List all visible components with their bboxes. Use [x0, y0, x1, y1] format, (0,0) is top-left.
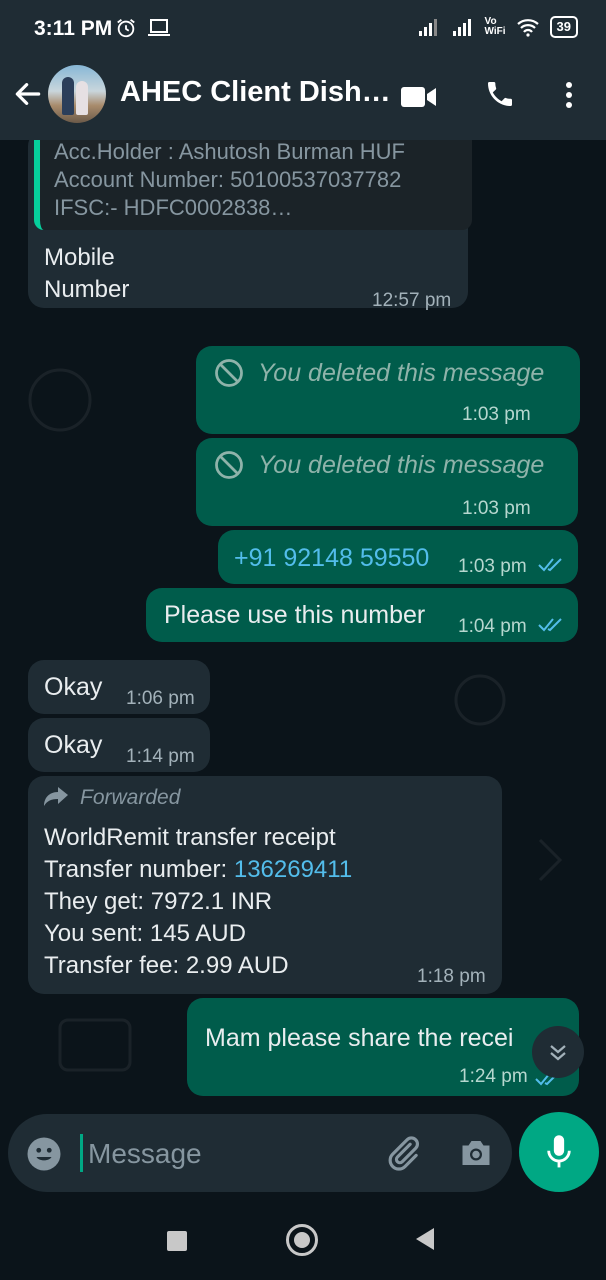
message-bubble-incoming[interactable]: Acc.Holder : Ashutosh Burman HUF Account… [28, 140, 472, 311]
more-options-icon[interactable] [559, 80, 579, 110]
voice-record-button[interactable] [519, 1112, 599, 1192]
message-bubble-outgoing[interactable]: You deleted this message 1:03 pm [196, 438, 578, 526]
alarm-icon [117, 19, 135, 38]
message-bubble-outgoing[interactable]: Mam please share the recei 1:24 pm [187, 998, 579, 1096]
message-text: You sent: 145 AUD [44, 920, 246, 947]
message-time: 1:24 pm [459, 1066, 528, 1087]
forwarded-label: Forwarded [80, 786, 181, 809]
message-text: They get: 7972.1 INR [44, 888, 273, 915]
message-text: WorldRemit transfer receipt [44, 824, 336, 851]
contact-avatar[interactable] [48, 65, 106, 123]
message-text: Number [44, 276, 130, 303]
back-button[interactable] [416, 1228, 434, 1250]
deleted-message-text: You deleted this message [258, 450, 545, 479]
phone-number-link[interactable]: +91 92148 59550 [234, 542, 429, 574]
message-text: Okay [44, 673, 103, 701]
deleted-message-text: You deleted this message [258, 358, 545, 387]
message-bubble-outgoing[interactable]: +91 92148 59550 1:03 pm [218, 530, 578, 584]
message-time: 1:06 pm [126, 688, 195, 709]
message-bubble-incoming[interactable]: Okay 1:14 pm [28, 718, 210, 772]
vowifi-label: Vo WiFi [484, 16, 506, 37]
message-time: 1:18 pm [417, 966, 486, 987]
deleted-icon [215, 359, 243, 387]
text-caret [80, 1134, 83, 1172]
attachment-icon[interactable] [384, 1134, 422, 1172]
message-bubble-outgoing[interactable]: Please use this number 1:04 pm [146, 588, 578, 642]
video-call-icon[interactable] [400, 82, 438, 112]
message-time: 1:04 pm [458, 616, 527, 637]
quote-line: IFSC:- HDFC0002838… [54, 195, 293, 220]
camera-icon[interactable] [458, 1136, 494, 1170]
status-bar: 3:11 PM Vo WiFi 39 [0, 0, 606, 58]
chat-header: AHEC Client Dish… [0, 58, 606, 140]
transfer-number-label: Transfer number: [44, 856, 234, 883]
status-right-icons: Vo WiFi 39 [417, 16, 578, 38]
voice-call-icon[interactable] [484, 78, 516, 110]
status-left-icons [115, 17, 171, 39]
double-chevron-down-icon [550, 1045, 566, 1061]
message-time: 1:14 pm [126, 746, 195, 767]
message-composer [8, 1114, 512, 1192]
message-bubble-incoming[interactable]: Okay 1:06 pm [28, 660, 210, 714]
message-text: Transfer fee: 2.99 AUD [44, 952, 289, 979]
message-bubble-incoming[interactable]: Forwarded WorldRemit transfer receipt Tr… [28, 776, 502, 994]
back-arrow-icon[interactable] [12, 78, 44, 110]
message-time: 1:03 pm [458, 556, 527, 577]
microphone-icon [547, 1135, 571, 1168]
quote-line: Account Number: 50100537037782 [54, 167, 402, 192]
message-input[interactable] [86, 1128, 370, 1180]
transfer-number-link[interactable]: 136269411 [234, 856, 352, 883]
battery-indicator: 39 [549, 16, 578, 38]
system-navigation-bar [0, 1196, 606, 1280]
quote-line: Acc.Holder : Ashutosh Burman HUF [54, 140, 405, 164]
message-text-line: Transfer number: 136269411 [44, 854, 352, 886]
message-text: Mam please share the recei [205, 1024, 514, 1052]
message-time: 1:03 pm [462, 498, 531, 519]
signal-icon [418, 19, 437, 36]
quoted-message[interactable]: Acc.Holder : Ashutosh Burman HUF Account… [34, 140, 472, 230]
home-button[interactable] [286, 1224, 318, 1256]
recent-apps-button[interactable] [167, 1231, 187, 1251]
message-bubble-outgoing[interactable]: You deleted this message 1:03 pm [196, 346, 580, 434]
wifi-icon [516, 19, 539, 37]
deleted-icon [215, 451, 243, 479]
chat-area[interactable]: Acc.Holder : Ashutosh Burman HUF Account… [0, 140, 606, 1100]
message-time: 12:57 pm [372, 290, 452, 311]
forward-icon [44, 787, 68, 806]
status-time: 3:11 PM [34, 17, 113, 40]
laptop-icon [148, 19, 170, 36]
scroll-to-bottom-button[interactable] [532, 1026, 584, 1078]
emoji-icon[interactable] [26, 1136, 62, 1172]
double-check-icon [538, 618, 562, 632]
signal-icon-2 [452, 19, 471, 36]
message-text: Okay [44, 731, 103, 759]
message-text: Please use this number [164, 601, 426, 629]
message-text: Mobile [44, 244, 115, 271]
contact-name[interactable]: AHEC Client Dish… [120, 76, 391, 109]
double-check-icon [538, 558, 562, 572]
message-time: 1:03 pm [462, 404, 531, 425]
